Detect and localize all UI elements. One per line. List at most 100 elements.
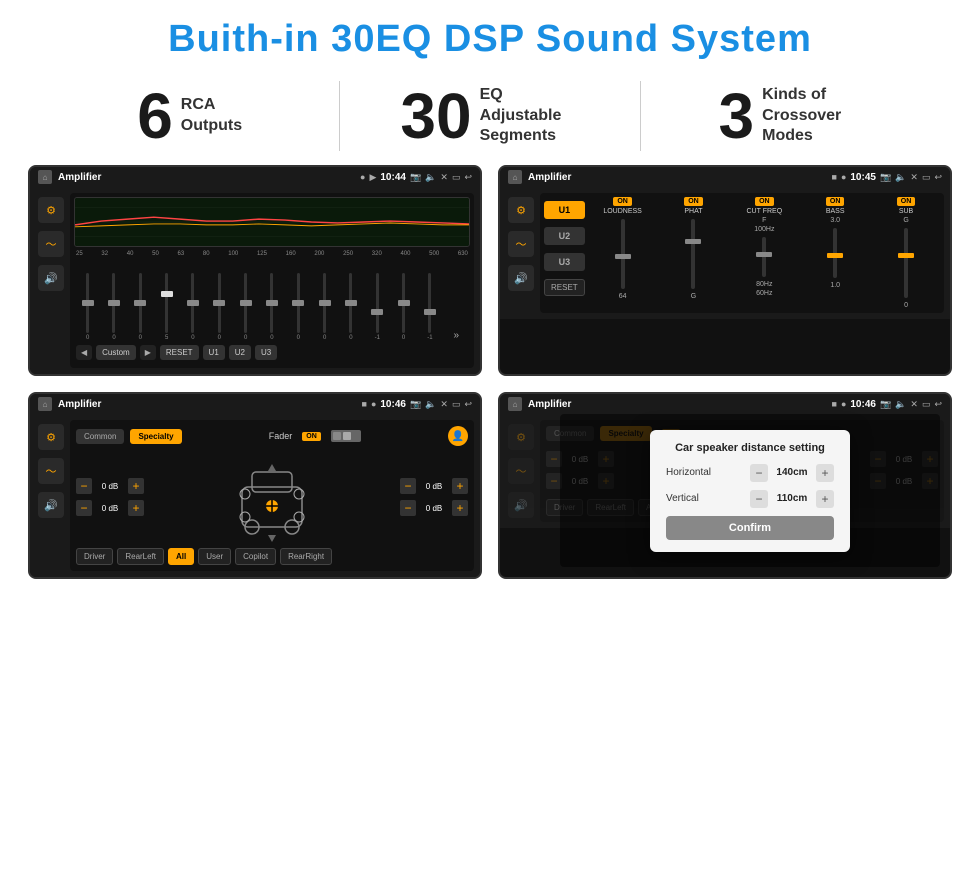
eq-custom-btn[interactable]: Custom: [96, 345, 136, 360]
eq-u3-btn[interactable]: U3: [255, 345, 277, 360]
dot-icon-1: ●: [360, 172, 365, 182]
vol-row-fl: − 0 dB +: [76, 478, 144, 494]
confirm-button[interactable]: Confirm: [666, 516, 834, 540]
eq-slider-11[interactable]: -1: [366, 273, 389, 341]
cross-reset-btn[interactable]: RESET: [544, 279, 585, 296]
ctrl-sub: ON SUB G 0: [872, 197, 940, 309]
stat-rca: 6 RCA Outputs: [60, 84, 319, 148]
cross-wave-btn[interactable]: 〜: [508, 231, 534, 257]
eq-speaker-btn[interactable]: 🔊: [38, 265, 64, 291]
fader-wave-btn[interactable]: 〜: [38, 458, 64, 484]
fader-all-btn[interactable]: All: [168, 548, 194, 565]
eq-slider-6[interactable]: 0: [234, 273, 257, 341]
eq-filter-btn[interactable]: ⚙: [38, 197, 64, 223]
eq-slider-4[interactable]: 0: [181, 273, 204, 341]
vertical-plus[interactable]: +: [816, 490, 834, 508]
dialog-wave-btn[interactable]: 〜: [508, 458, 534, 484]
screen-fader: ⌂ Amplifier ■ ● 10:46 📷 🔈 ✕ ▭ ↩ ⚙ 〜 🔊 C: [28, 392, 482, 579]
eq-slider-more[interactable]: »: [445, 330, 468, 341]
eq-next-btn[interactable]: ▶: [140, 345, 156, 360]
rect-icon-3: ▭: [452, 399, 461, 410]
fader-copilot-btn[interactable]: Copilot: [235, 548, 276, 565]
eq-u1-btn[interactable]: U1: [203, 345, 225, 360]
vol-fr-minus[interactable]: −: [400, 478, 416, 494]
dialog-filter-btn[interactable]: ⚙: [508, 424, 534, 450]
eq-u2-btn[interactable]: U2: [229, 345, 251, 360]
home-icon-3[interactable]: ⌂: [38, 397, 52, 411]
status-bar-2: ⌂ Amplifier ■ ● 10:45 📷 🔈 ✕ ▭ ↩: [500, 167, 950, 187]
fader-driver-btn[interactable]: Driver: [76, 548, 113, 565]
u2-btn[interactable]: U2: [544, 227, 585, 245]
eq-slider-1[interactable]: 0: [102, 273, 125, 341]
fader-user-btn[interactable]: User: [198, 548, 231, 565]
horizontal-plus[interactable]: +: [816, 464, 834, 482]
cutfreq-slider[interactable]: [762, 237, 766, 277]
eq-slider-5[interactable]: 0: [208, 273, 231, 341]
vol-fr-plus[interactable]: +: [452, 478, 468, 494]
on-badge-sub[interactable]: ON: [897, 197, 916, 206]
status-title-1: Amplifier: [58, 172, 354, 183]
vol-fl-val: 0 dB: [96, 482, 124, 491]
home-icon-2[interactable]: ⌂: [508, 170, 522, 184]
ctrl-cutfreq: ON CUT FREQ F 100Hz 80Hz 60Hz: [730, 197, 798, 309]
sub-slider[interactable]: [904, 228, 908, 298]
camera-icon-1: 📷: [410, 172, 421, 183]
u1-btn[interactable]: U1: [544, 201, 585, 219]
eq-slider-7[interactable]: 0: [260, 273, 283, 341]
loudness-slider[interactable]: [621, 219, 625, 289]
fader-rearleft-btn[interactable]: RearLeft: [117, 548, 164, 565]
fader-rearright-btn[interactable]: RearRight: [280, 548, 332, 565]
eq-slider-3[interactable]: 5: [155, 273, 178, 341]
vol-rr-minus[interactable]: −: [400, 500, 416, 516]
bass-slider[interactable]: [833, 228, 837, 278]
fader-filter-btn[interactable]: ⚙: [38, 424, 64, 450]
eq-sliders: 0 0 0 5 0 0 0 0 0 0 0 -1 0 -1 »: [74, 261, 470, 341]
eq-slider-13[interactable]: -1: [418, 273, 441, 341]
freq-125: 125: [257, 251, 267, 257]
eq-slider-2[interactable]: 0: [129, 273, 152, 341]
on-badge-cutfreq[interactable]: ON: [755, 197, 774, 206]
tab-common[interactable]: Common: [76, 429, 124, 444]
eq-slider-12[interactable]: 0: [392, 273, 415, 341]
freq-25: 25: [76, 251, 83, 257]
u3-btn[interactable]: U3: [544, 253, 585, 271]
stat-number-6: 6: [137, 84, 173, 148]
square-icon-2: ■: [832, 172, 837, 182]
on-badge-bass[interactable]: ON: [826, 197, 845, 206]
fader-speaker-btn[interactable]: 🔊: [38, 492, 64, 518]
fader-on-badge[interactable]: ON: [302, 432, 321, 441]
on-badge-phat[interactable]: ON: [684, 197, 703, 206]
on-badge-loudness[interactable]: ON: [613, 197, 632, 206]
cross-controls: ON LOUDNESS 64 ON PHAT G ON: [589, 197, 940, 309]
home-icon-1[interactable]: ⌂: [38, 170, 52, 184]
vol-rr-plus[interactable]: +: [452, 500, 468, 516]
eq-slider-10[interactable]: 0: [339, 273, 362, 341]
freq-200: 200: [314, 251, 324, 257]
cross-speaker-btn[interactable]: 🔊: [508, 265, 534, 291]
freq-100: 100: [228, 251, 238, 257]
dialog-speaker-btn[interactable]: 🔊: [508, 492, 534, 518]
eq-slider-9[interactable]: 0: [313, 273, 336, 341]
stat-crossover: 3 Kinds of Crossover Modes: [661, 84, 920, 148]
horizontal-minus[interactable]: −: [750, 464, 768, 482]
phat-slider[interactable]: [691, 219, 695, 289]
status-icons-1: ● ▶ 10:44 📷 🔈 ✕ ▭ ↩: [360, 172, 472, 183]
dialog-overlay: Car speaker distance setting Horizontal …: [560, 414, 940, 567]
eq-wave-btn[interactable]: 〜: [38, 231, 64, 257]
cross-filter-btn[interactable]: ⚙: [508, 197, 534, 223]
stat-divider-1: [339, 81, 340, 151]
eq-prev-btn[interactable]: ◀: [76, 345, 92, 360]
vol-fl-minus[interactable]: −: [76, 478, 92, 494]
vertical-minus[interactable]: −: [750, 490, 768, 508]
eq-slider-0[interactable]: 0: [76, 273, 99, 341]
bass-val: 1.0: [830, 282, 840, 289]
tab-specialty[interactable]: Specialty: [130, 429, 181, 444]
stat-text-eq: EQ Adjustable Segments: [480, 85, 580, 147]
eq-slider-8[interactable]: 0: [287, 273, 310, 341]
vol-rl-minus[interactable]: −: [76, 500, 92, 516]
status-title-3: Amplifier: [58, 399, 356, 410]
vol-rl-plus[interactable]: +: [128, 500, 144, 516]
vol-fl-plus[interactable]: +: [128, 478, 144, 494]
home-icon-4[interactable]: ⌂: [508, 397, 522, 411]
eq-reset-btn[interactable]: RESET: [160, 345, 199, 360]
